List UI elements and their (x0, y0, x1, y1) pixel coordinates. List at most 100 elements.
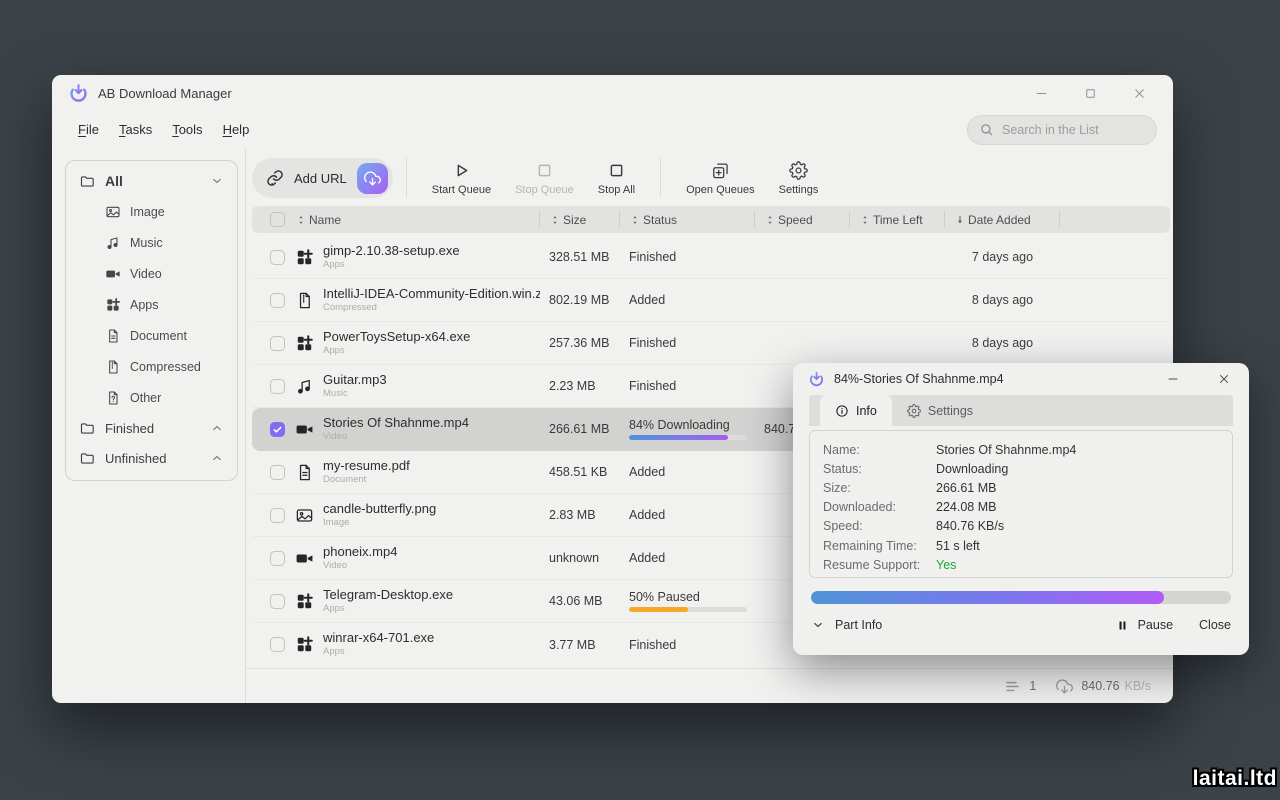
row-checkbox[interactable] (270, 336, 285, 351)
speed-cell (755, 279, 850, 321)
sidebar-item-image[interactable]: Image (99, 196, 230, 227)
popup-window-controls (1166, 372, 1234, 386)
sort-icon (764, 214, 776, 226)
menu-tasks[interactable]: Tasks (119, 122, 152, 137)
column-header-speed[interactable]: Speed (755, 211, 850, 228)
sidebar-item-document[interactable]: Document (99, 320, 230, 351)
speed-cell (755, 322, 850, 364)
row-checkbox[interactable] (270, 379, 285, 394)
sort-icon (859, 214, 871, 226)
tab-settings[interactable]: Settings (892, 395, 988, 426)
sidebar-item-label: Image (130, 205, 165, 219)
settings-button[interactable]: Settings (767, 161, 831, 196)
gear-icon (907, 404, 921, 418)
status-cell: Added (620, 279, 755, 321)
global-speed: 840.76 (1081, 679, 1119, 693)
sidebar-item-unfinished[interactable]: Unfinished (73, 443, 230, 473)
file-name: gimp-2.10.38-setup.exe (323, 244, 460, 259)
column-header-size[interactable]: Size (540, 211, 620, 228)
field-value: 51 s left (936, 539, 980, 553)
minimize-icon[interactable] (1166, 372, 1180, 386)
start-queue-button[interactable]: Start Queue (420, 161, 503, 196)
part-info-toggle[interactable]: Part Info (811, 618, 882, 632)
sidebar: All Image MusicVideoApps Document Compressed… (65, 160, 238, 481)
gear-icon (789, 161, 808, 180)
queue-buttons: Start QueueStop QueueStop All (420, 161, 647, 196)
column-header-date-added[interactable]: Date Added (945, 211, 1060, 228)
sidebar-item-music[interactable]: Music (99, 227, 230, 258)
info-field: Resume Support:Yes (823, 555, 1219, 574)
popup-title: 84%-Stories Of Shahnme.mp4 (834, 372, 1004, 386)
size-cell: 43.06 MB (540, 580, 620, 622)
column-header-status[interactable]: Status (620, 211, 755, 228)
sort-icon (295, 214, 307, 226)
row-checkbox[interactable] (270, 551, 285, 566)
row-checkbox[interactable] (270, 465, 285, 480)
file-name: Guitar.mp3 (323, 373, 387, 388)
close-icon[interactable] (1132, 86, 1147, 101)
file-category: Apps (323, 260, 460, 271)
row-checkbox[interactable] (270, 508, 285, 523)
menu-help[interactable]: Help (223, 122, 250, 137)
field-value: Yes (936, 558, 956, 572)
apps-icon (295, 334, 314, 353)
search-placeholder: Search in the List (1002, 123, 1099, 137)
document-icon (105, 328, 121, 344)
download-row[interactable]: PowerToysSetup-x64.exeApps257.36 MBFinis… (252, 322, 1170, 365)
download-row[interactable]: IntelliJ-IDEA-Community-Edition.win.zipC… (252, 279, 1170, 322)
column-header-time-left[interactable]: Time Left (850, 211, 945, 228)
toolbar: Add URL Start QueueStop QueueStop All Op… (252, 154, 830, 202)
chevron-down-icon (811, 618, 825, 632)
sidebar-item-all[interactable]: All (73, 166, 230, 196)
maximize-icon[interactable] (1083, 86, 1098, 101)
zip-icon (295, 291, 314, 310)
menu-file[interactable]: File (78, 122, 99, 137)
sort-icon (549, 214, 561, 226)
sidebar-item-video[interactable]: Video (99, 258, 230, 289)
sidebar-item-apps[interactable]: Apps (99, 289, 230, 320)
row-checkbox[interactable] (270, 422, 285, 437)
size-cell: 802.19 MB (540, 279, 620, 321)
sidebar-item-other[interactable]: Other (99, 382, 230, 413)
add-url-button[interactable]: Add URL (252, 158, 393, 198)
stop-all-button[interactable]: Stop All (586, 161, 647, 196)
status-cell: Finished (620, 236, 755, 278)
close-button[interactable]: Close (1199, 618, 1231, 632)
sidebar-divider (245, 148, 246, 703)
time-left-cell (850, 322, 945, 364)
size-cell: 266.61 MB (540, 408, 620, 450)
size-cell: 3.77 MB (540, 623, 620, 666)
menu-tools[interactable]: Tools (172, 122, 202, 137)
apps-icon (295, 635, 314, 654)
row-checkbox[interactable] (270, 637, 285, 652)
sidebar-item-compressed[interactable]: Compressed (99, 351, 230, 382)
column-header-name[interactable]: Name (286, 211, 540, 228)
info-field: Size:266.61 MB (823, 478, 1219, 497)
search-input[interactable]: Search in the List (967, 115, 1157, 145)
pause-button[interactable]: Pause (1116, 618, 1173, 632)
sidebar-item-finished[interactable]: Finished (73, 413, 230, 443)
minimize-icon[interactable] (1034, 86, 1049, 101)
add-url-import-button[interactable] (357, 163, 388, 194)
date-added-cell: 8 days ago (945, 279, 1060, 321)
row-checkbox[interactable] (270, 293, 285, 308)
tab-info[interactable]: Info (820, 395, 892, 426)
sidebar-item-label: Document (130, 329, 187, 343)
file-category: Video (323, 561, 397, 572)
close-icon[interactable] (1217, 372, 1231, 386)
field-value: Downloading (936, 462, 1008, 476)
row-checkbox[interactable] (270, 250, 285, 265)
file-name: PowerToysSetup-x64.exe (323, 330, 470, 345)
app-title: AB Download Manager (98, 86, 232, 101)
status-cell: 84% Downloading (620, 408, 755, 450)
info-field: Speed:840.76 KB/s (823, 517, 1219, 536)
menu-items: File Tasks Tools Help (78, 122, 269, 137)
field-label: Resume Support: (823, 558, 936, 572)
file-category: Image (323, 518, 436, 529)
file-category: Compressed (323, 303, 540, 314)
open-queues-button[interactable]: Open Queues (674, 161, 767, 196)
select-all-checkbox[interactable] (270, 212, 285, 227)
row-checkbox[interactable] (270, 594, 285, 609)
download-row[interactable]: gimp-2.10.38-setup.exeApps328.51 MBFinis… (252, 236, 1170, 279)
file-name: Stories Of Shahnme.mp4 (323, 416, 469, 431)
